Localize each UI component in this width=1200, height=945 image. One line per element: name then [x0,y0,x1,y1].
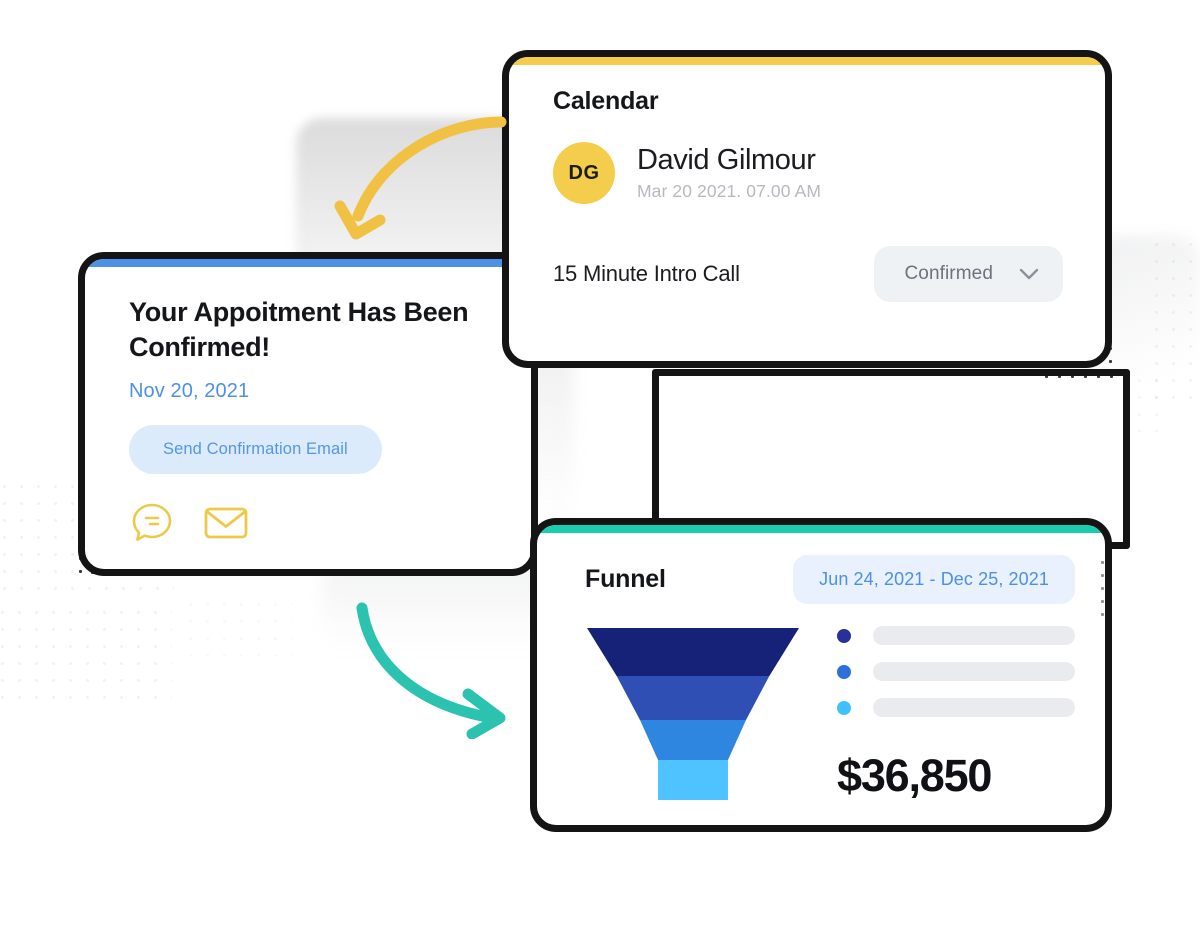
appointment-date: Nov 20, 2021 [129,380,250,403]
legend-color-dot [837,700,851,715]
appointment-action-icons [129,500,495,546]
dot-grid-decoration [0,604,172,712]
envelope-icon[interactable] [203,503,249,543]
funnel-legend-row [837,698,1075,717]
funnel-segment [658,760,728,800]
calendar-accent-bar [509,57,1105,65]
funnel-chart [585,626,801,806]
yellow-curved-arrow [334,116,507,240]
chat-bubble-icon[interactable] [129,500,175,546]
funnel-accent-bar [537,525,1105,533]
appointment-datetime: Mar 20 2021. 07.00 AM [637,181,822,202]
teal-curved-arrow [356,602,506,739]
attendee-name: David Gilmour [637,143,816,176]
legend-color-dot [837,628,851,643]
funnel-legend-row [837,662,1075,681]
funnel-segment [587,628,799,676]
funnel-header: Funnel Jun 24, 2021 - Dec 25, 2021 [585,555,1075,604]
dot-grid-decoration [182,596,292,656]
legend-label-placeholder [873,626,1075,645]
funnel-segment [616,676,770,720]
appointment-card: Your Appoitment Has Been Confirmed! Nov … [78,252,538,576]
funnel-title: Funnel [585,565,666,593]
status-dropdown[interactable]: Confirmed [874,246,1063,302]
send-confirmation-email-button[interactable]: Send Confirmation Email [129,425,382,475]
calendar-event-row: 15 Minute Intro Call Confirmed [553,246,1069,302]
legend-label-placeholder [873,698,1075,717]
funnel-legend [837,626,1075,734]
calendar-title: Calendar [553,87,659,115]
funnel-total-amount: $36,850 [837,750,992,801]
funnel-body: $36,850 [585,626,1075,806]
status-badge: Confirmed [904,263,993,284]
canvas: Your Appoitment Has Been Confirmed! Nov … [0,0,1200,945]
funnel-card: Funnel Jun 24, 2021 - Dec 25, 2021 $36,8… [530,518,1112,832]
date-range-picker[interactable]: Jun 24, 2021 - Dec 25, 2021 [793,555,1075,604]
legend-label-placeholder [873,662,1075,681]
funnel-segment [640,720,746,760]
calendar-attendee: DG David Gilmour Mar 20 2021. 07.00 AM [553,142,1069,204]
appointment-title: Your Appoitment Has Been Confirmed! [129,297,469,362]
funnel-legend-row [837,626,1075,645]
calendar-card: Calendar DG David Gilmour Mar 20 2021. 0… [502,50,1112,368]
dot-grid-decoration [1148,236,1200,412]
chevron-down-icon [1019,268,1039,281]
funnel-legend-and-total: $36,850 [837,626,1075,806]
avatar: DG [553,142,615,204]
funnel-chart-svg [587,628,799,800]
event-name: 15 Minute Intro Call [553,261,740,286]
legend-color-dot [837,664,851,679]
